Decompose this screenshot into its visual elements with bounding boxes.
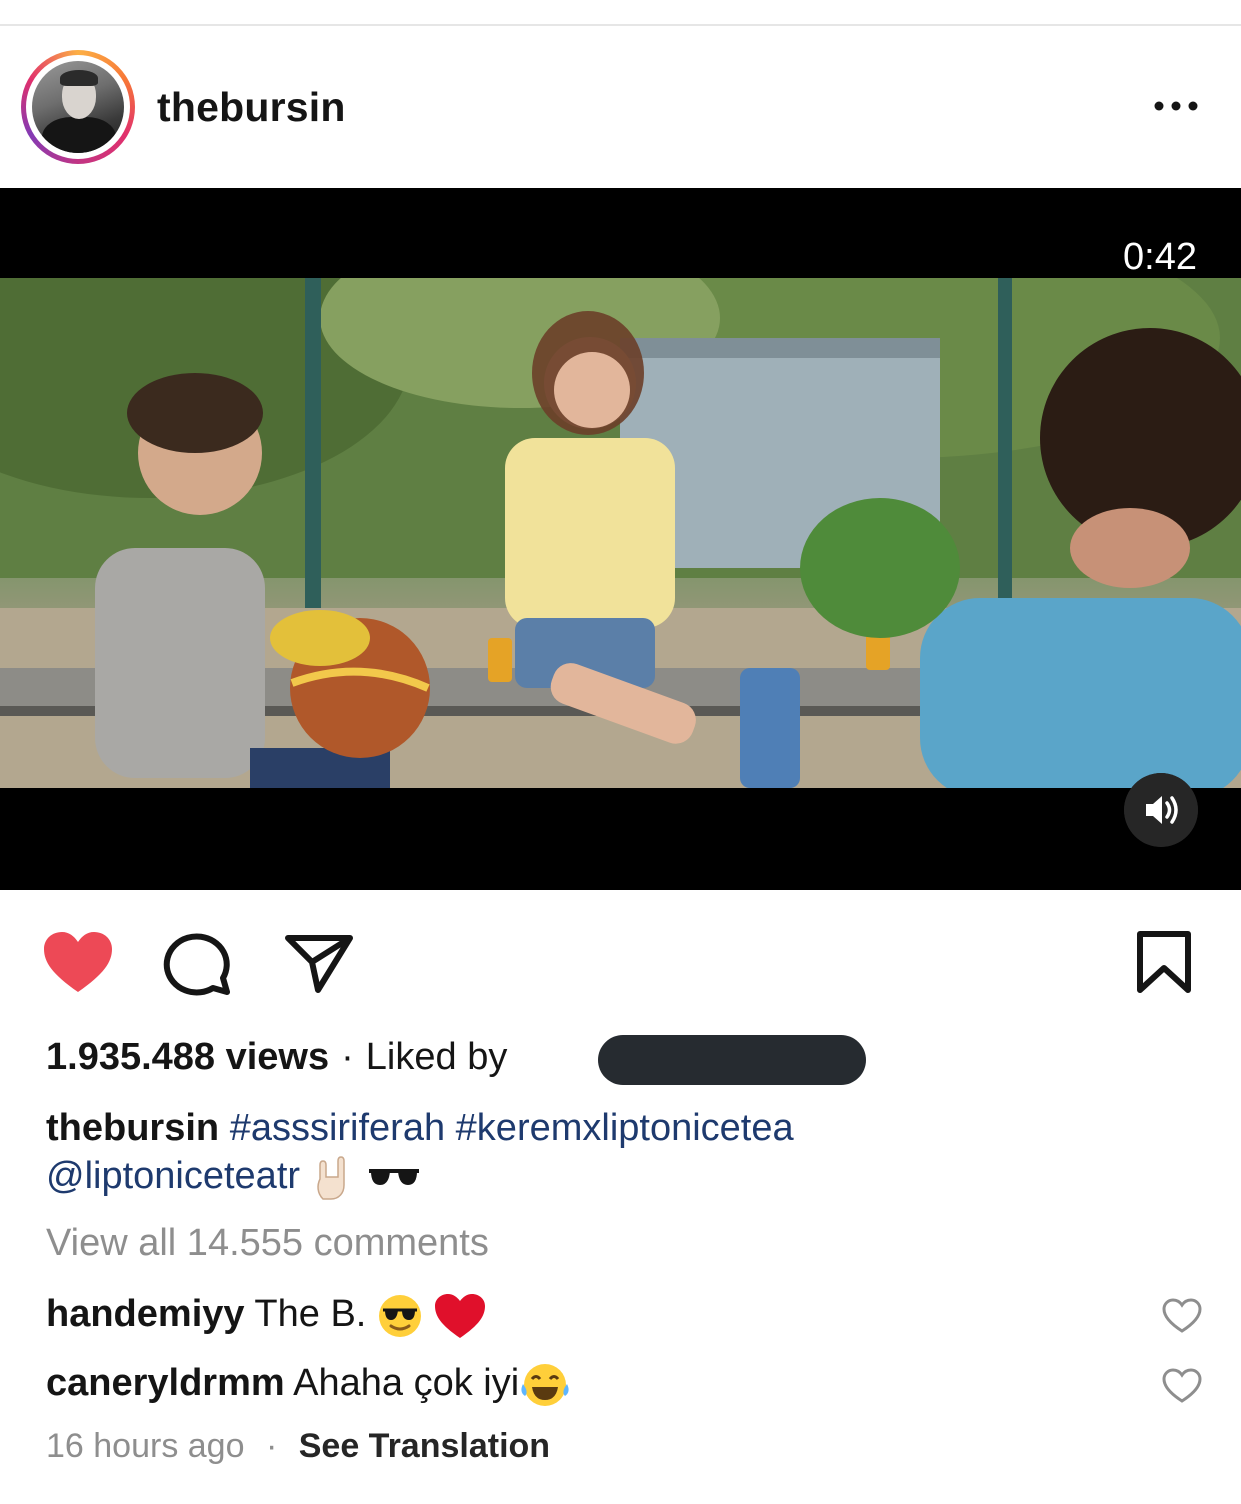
avatar[interactable]	[32, 61, 124, 153]
sunglasses-emoji-icon	[369, 1168, 420, 1185]
caption-username[interactable]: thebursin	[46, 1107, 219, 1149]
hashtag-asssiriferah[interactable]: #asssiriferah	[230, 1107, 445, 1149]
view-all-comments-link[interactable]: View all 14.555 comments	[46, 1222, 489, 1265]
separator-dot: ·	[341, 1036, 354, 1078]
mention-liptoniceteatr[interactable]: @liptoniceteatr	[46, 1155, 300, 1197]
comment-text: The B.	[254, 1293, 367, 1336]
video-frame	[0, 278, 1241, 788]
more-dots-icon[interactable]	[1152, 94, 1200, 118]
tears-of-joy-emoji-icon	[521, 1364, 569, 1406]
video-duration: 0:42	[1123, 236, 1197, 278]
views-line: 1.935.488 views · Liked by	[46, 1036, 507, 1079]
post-caption: thebursin #asssiriferah #keremxliptonice…	[46, 1104, 1196, 1201]
heart-filled-icon[interactable]	[42, 930, 114, 994]
post-meta: 16 hours ago · See Translation	[46, 1427, 550, 1466]
see-translation-link[interactable]: See Translation	[299, 1427, 550, 1465]
post-username[interactable]: thebursin	[157, 84, 346, 131]
top-divider	[0, 24, 1241, 26]
bookmark-icon[interactable]	[1135, 930, 1193, 994]
comment-like-icon[interactable]	[1162, 1368, 1202, 1404]
post-time: 16 hours ago	[46, 1427, 245, 1465]
comment-item: caneryldrmm Ahaha çok iyi	[46, 1362, 571, 1408]
redacted-username	[598, 1035, 866, 1085]
cool-face-emoji-icon	[378, 1295, 421, 1337]
speaker-icon[interactable]	[1124, 773, 1198, 847]
comment-username[interactable]: caneryldrmm	[46, 1362, 285, 1404]
liked-by-label: Liked by	[365, 1036, 508, 1078]
view-count[interactable]: 1.935.488 views	[46, 1036, 329, 1078]
comment-text: Ahaha çok iyi	[293, 1362, 520, 1405]
rock-hand-emoji-icon	[316, 1156, 345, 1200]
comment-icon[interactable]	[163, 932, 231, 996]
red-heart-emoji-icon	[435, 1294, 486, 1338]
paper-plane-icon[interactable]	[284, 932, 354, 994]
comment-like-icon[interactable]	[1162, 1298, 1202, 1334]
comment-username[interactable]: handemiyy	[46, 1293, 245, 1335]
hashtag-keremxliptonicetea[interactable]: #keremxliptonicetea	[456, 1107, 794, 1149]
video-player[interactable]: 0:42	[0, 188, 1241, 890]
story-ring[interactable]	[21, 50, 135, 164]
separator-dot: ·	[265, 1427, 278, 1465]
comment-item: handemiyy The B.	[46, 1292, 487, 1340]
